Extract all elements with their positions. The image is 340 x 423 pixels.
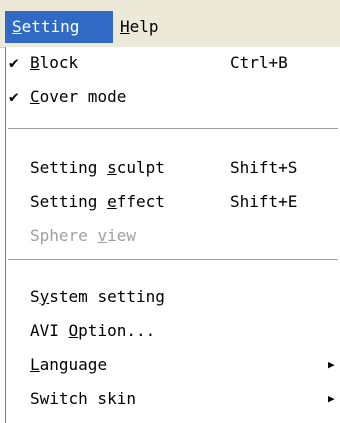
submenu-arrow-icon: ▶: [328, 392, 335, 405]
label-accel: e: [107, 192, 117, 211]
label-accel: L: [30, 355, 40, 374]
label-post: lock: [39, 53, 79, 72]
menu-item-block-shortcut: Ctrl+B: [230, 53, 288, 72]
menu-item-avi-option[interactable]: AVI Option...: [6, 315, 340, 347]
menu-item-sphere-view[interactable]: Sphere view: [6, 220, 340, 252]
label-accel: y: [39, 287, 50, 306]
label-pre: Setting: [30, 158, 108, 177]
menu-separator: [8, 259, 338, 261]
label-pre: AVI: [30, 321, 69, 340]
label-accel: C: [30, 87, 40, 106]
label-post: stem setting: [49, 287, 165, 306]
menubar-setting[interactable]: Setting: [5, 11, 113, 43]
menu-item-system-setting-label: System setting: [30, 281, 165, 313]
menu-item-setting-sculpt-shortcut: Shift+S: [230, 158, 298, 177]
menu-item-block[interactable]: ✔ Block Ctrl+B: [6, 47, 340, 79]
label-pre: Sphere: [30, 226, 98, 245]
menu-separator: [8, 128, 338, 130]
menu-item-language[interactable]: Language ▶: [6, 349, 340, 381]
menu-item-sphere-view-label: Sphere view: [30, 220, 136, 252]
check-icon: ✔: [9, 53, 19, 72]
menu-item-cover-mode[interactable]: ✔ Cover mode: [6, 81, 340, 113]
menubar-setting-rest: etting: [21, 17, 80, 36]
label-pre: S: [30, 287, 40, 306]
menu-item-setting-effect-label: Setting effect: [30, 186, 165, 218]
menu-item-avi-option-label: AVI Option...: [30, 315, 155, 347]
menubar-help-accel: H: [120, 17, 130, 36]
label-post: anguage: [39, 355, 108, 374]
label-accel: O: [68, 321, 79, 340]
label-pre: Setting: [30, 192, 108, 211]
menu-item-setting-sculpt[interactable]: Setting sculpt Shift+S: [6, 152, 340, 184]
menu-item-cover-mode-label: Cover mode: [30, 81, 126, 113]
label-accel: B: [30, 53, 40, 72]
menu-item-language-label: Language: [30, 349, 107, 381]
check-icon: ✔: [9, 87, 19, 106]
label-accel: v: [97, 226, 108, 245]
menu-item-setting-effect-shortcut: Shift+E: [230, 192, 298, 211]
menu-item-switch-skin-label: Switch skin: [30, 383, 136, 415]
menu-item-setting-effect[interactable]: Setting effect Shift+E: [6, 186, 340, 218]
label-post: culpt: [116, 158, 165, 177]
label-accel: s: [107, 158, 117, 177]
menu-item-switch-skin[interactable]: Switch skin ▶: [6, 383, 340, 415]
menu-bar: Setting Help: [0, 0, 340, 48]
menu-item-setting-sculpt-label: Setting sculpt: [30, 152, 165, 184]
label-post: over mode: [39, 87, 127, 106]
menubar-setting-accel: S: [12, 17, 22, 36]
menu-item-system-setting[interactable]: System setting: [6, 281, 340, 313]
submenu-arrow-icon: ▶: [328, 358, 335, 371]
label-pre: Switch skin: [30, 389, 136, 408]
menubar-help[interactable]: Help: [113, 11, 175, 43]
menubar-help-rest: elp: [129, 17, 159, 36]
menu-item-block-label: Block: [30, 47, 78, 79]
label-post: iew: [107, 226, 136, 245]
setting-dropdown-menu: ✔ Block Ctrl+B ✔ Cover mode Setting scul…: [5, 47, 340, 423]
label-post: ffect: [116, 192, 165, 211]
label-post: ption...: [78, 321, 156, 340]
